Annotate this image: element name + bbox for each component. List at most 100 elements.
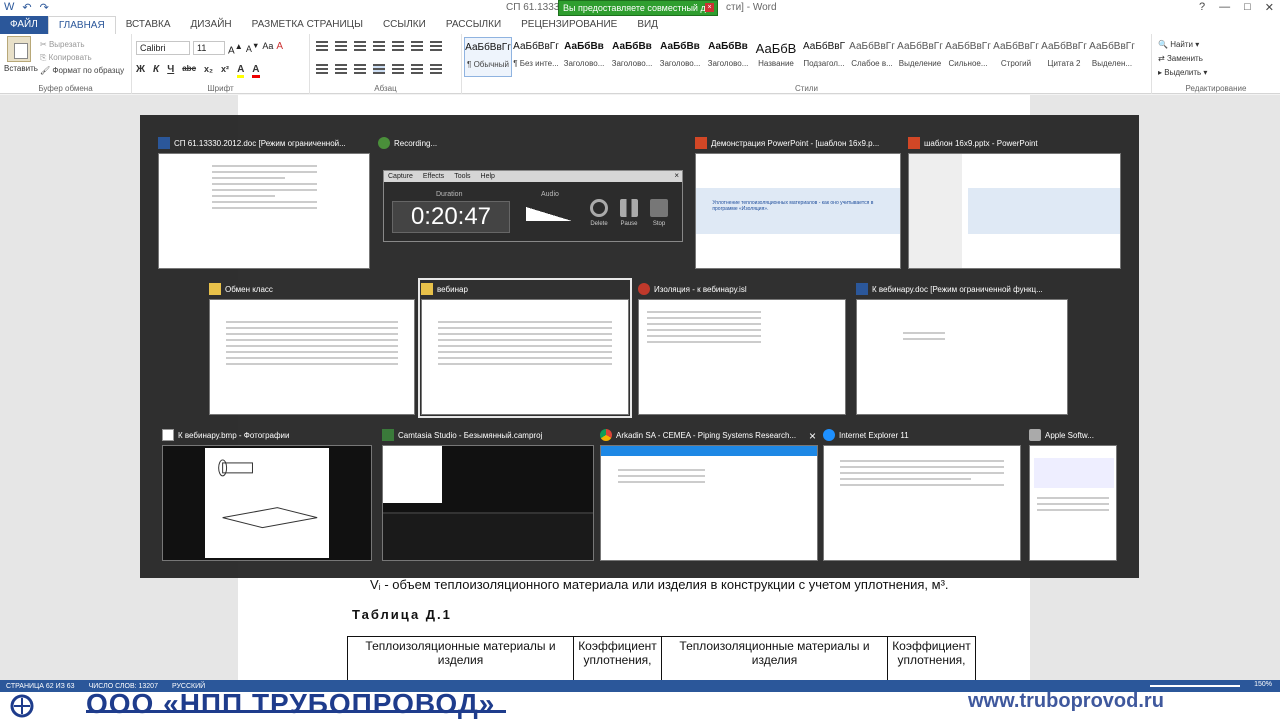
recorder-menu-effects[interactable]: Effects — [423, 173, 444, 180]
switcher-window-apple[interactable]: Apple Softw... — [1029, 427, 1117, 561]
style-item[interactable]: АаБбВвГг Строгий — [992, 37, 1040, 77]
subscript-button[interactable]: x₂ — [204, 64, 213, 78]
style-name: Цитата 2 — [1047, 59, 1081, 68]
style-item[interactable]: АаБбВвГг Слабое в... — [848, 37, 896, 77]
sort-icon[interactable] — [411, 41, 423, 51]
switcher-window-bmp-photos[interactable]: К вебинару.bmp - Фотографии — [162, 427, 372, 561]
borders-icon[interactable] — [430, 64, 442, 74]
recorder-menu-tools[interactable]: Tools — [454, 173, 470, 180]
switcher-window-webinar[interactable]: вебинар — [418, 278, 632, 418]
switcher-window-k-webinaru-doc[interactable]: К вебинару.doc [Режим ограниченной функц… — [856, 281, 1068, 415]
stop-share-icon[interactable]: × — [705, 3, 714, 12]
clear-format-icon[interactable]: A — [276, 41, 283, 56]
bullets-icon[interactable] — [316, 41, 328, 51]
multilevel-list-icon[interactable] — [354, 41, 366, 51]
delete-recording-button[interactable]: Delete — [585, 199, 613, 227]
tab-design[interactable]: ДИЗАЙН — [181, 16, 242, 34]
numbering-icon[interactable] — [335, 41, 347, 51]
table-header-cell: Коэффициент уплотнения, — [573, 636, 662, 687]
paste-button[interactable]: Вставить — [4, 36, 38, 73]
replace-button[interactable]: ⇄ Заменить — [1158, 52, 1207, 66]
switcher-window-chrome[interactable]: Arkadin SA - CEMEA - Piping Systems Rese… — [600, 427, 818, 561]
tab-mailings[interactable]: РАССЫЛКИ — [436, 16, 511, 34]
grow-font-icon[interactable]: A▲ — [228, 41, 243, 56]
justify-icon[interactable] — [373, 64, 385, 74]
page-counter[interactable]: СТРАНИЦА 62 ИЗ 63 — [6, 683, 75, 690]
close-icon[interactable]: ✕ — [1265, 1, 1274, 14]
tab-home[interactable]: ГЛАВНАЯ — [47, 16, 116, 34]
format-painter-button[interactable]: 🖌 Формат по образцу — [40, 64, 124, 77]
style-name: ¶ Без инте... — [513, 59, 559, 68]
italic-button[interactable]: К — [153, 64, 159, 78]
decrease-indent-icon[interactable] — [373, 41, 385, 51]
font-name-select[interactable]: Calibri — [136, 41, 190, 55]
style-name: Заголово... — [707, 59, 749, 68]
recorder-menu-capture[interactable]: Capture — [388, 173, 413, 180]
style-item[interactable]: АаБбВв Заголово... — [656, 37, 704, 77]
switcher-window-recording[interactable]: Recording... — [378, 135, 678, 153]
line-spacing-icon[interactable] — [392, 64, 404, 74]
superscript-button[interactable]: x² — [221, 64, 229, 78]
select-button[interactable]: ▸ Выделить ▾ — [1158, 66, 1207, 80]
pause-recording-button[interactable]: Pause — [615, 199, 643, 227]
find-button[interactable]: 🔍 Найти ▾ — [1158, 38, 1207, 52]
close-window-icon[interactable]: × — [809, 429, 816, 443]
undo-icon[interactable]: ↶ — [22, 1, 31, 14]
recorder-widget[interactable]: Capture Effects Tools Help × Duration Au… — [383, 170, 683, 242]
help-icon[interactable]: ? — [1199, 1, 1205, 14]
show-marks-icon[interactable] — [430, 41, 442, 51]
style-item[interactable]: АаБбВвГ Подзагол... — [800, 37, 848, 77]
tab-review[interactable]: РЕЦЕНЗИРОВАНИЕ — [511, 16, 627, 34]
tab-insert[interactable]: ВСТАВКА — [116, 16, 181, 34]
zoom-level[interactable]: 150% — [1254, 681, 1272, 688]
bold-button[interactable]: Ж — [136, 64, 145, 78]
cut-button[interactable]: ✂ Вырезать — [40, 38, 124, 51]
cut-label: Вырезать — [48, 40, 85, 49]
style-item[interactable]: АаБбВвГг ¶ Без инте... — [512, 37, 560, 77]
maximize-icon[interactable]: □ — [1244, 1, 1251, 14]
tab-page-layout[interactable]: РАЗМЕТКА СТРАНИЦЫ — [242, 16, 373, 34]
switcher-window-isolation[interactable]: Изоляция - к вебинару.isl — [638, 281, 846, 415]
shrink-font-icon[interactable]: A▼ — [246, 41, 259, 56]
switcher-window-ie[interactable]: Internet Explorer 11 — [823, 427, 1021, 561]
font-size-select[interactable]: 11 — [193, 41, 225, 55]
align-left-icon[interactable] — [316, 64, 328, 74]
style-item[interactable]: АаБбВвГг ¶ Обычный — [464, 37, 512, 77]
increase-indent-icon[interactable] — [392, 41, 404, 51]
stop-label: Stop — [652, 221, 666, 227]
style-item[interactable]: АаБбВ Название — [752, 37, 800, 77]
minimize-icon[interactable]: — — [1219, 1, 1230, 14]
style-item[interactable]: АаБбВвГг Выделен... — [1088, 37, 1136, 77]
window-thumbnail — [382, 445, 594, 561]
align-right-icon[interactable] — [354, 64, 366, 74]
style-item[interactable]: АаБбВв Заголово... — [608, 37, 656, 77]
recorder-close-icon[interactable]: × — [674, 171, 679, 180]
audio-level-meter[interactable] — [526, 207, 572, 221]
style-item[interactable]: АаБбВв Заголово... — [560, 37, 608, 77]
shading-icon[interactable] — [411, 64, 423, 74]
switcher-window-obmen[interactable]: Обмен класс — [209, 281, 415, 415]
switcher-window-camtasia[interactable]: Camtasia Studio - Безымянный.camproj — [382, 427, 594, 561]
redo-icon[interactable]: ↷ — [40, 1, 49, 14]
style-item[interactable]: АаБбВвГг Сильное... — [944, 37, 992, 77]
style-item[interactable]: АаБбВв Заголово... — [704, 37, 752, 77]
strikethrough-button[interactable]: abc — [182, 64, 196, 78]
tab-view[interactable]: ВИД — [627, 16, 668, 34]
switcher-window-ppt-edit[interactable]: шаблон 16x9.pptx - PowerPoint — [908, 135, 1121, 269]
style-item[interactable]: АаБбВвГг Выделение — [896, 37, 944, 77]
stop-recording-button[interactable]: Stop — [645, 199, 673, 227]
editing-group: 🔍 Найти ▾ ⇄ Заменить ▸ Выделить ▾ Редакт… — [1152, 34, 1280, 94]
switcher-window-sp-doc[interactable]: СП 61.13330.2012.doc [Режим ограниченной… — [158, 135, 370, 269]
switcher-window-ppt-show[interactable]: Демонстрация PowerPoint - [шаблон 16x9.p… — [695, 135, 901, 269]
underline-button[interactable]: Ч — [167, 64, 174, 78]
font-color-button[interactable]: A — [252, 64, 260, 78]
highlight-button[interactable]: A — [237, 64, 245, 78]
copy-button[interactable]: ⎘ Копировать — [40, 51, 124, 64]
recorder-menu-help[interactable]: Help — [481, 173, 495, 180]
change-case-icon[interactable]: Aa — [262, 41, 273, 56]
align-center-icon[interactable] — [335, 64, 347, 74]
tab-references[interactable]: ССЫЛКИ — [373, 16, 436, 34]
tab-file[interactable]: ФАЙЛ — [0, 16, 48, 34]
zoom-slider[interactable] — [1150, 685, 1240, 687]
style-item[interactable]: АаБбВвГг Цитата 2 — [1040, 37, 1088, 77]
